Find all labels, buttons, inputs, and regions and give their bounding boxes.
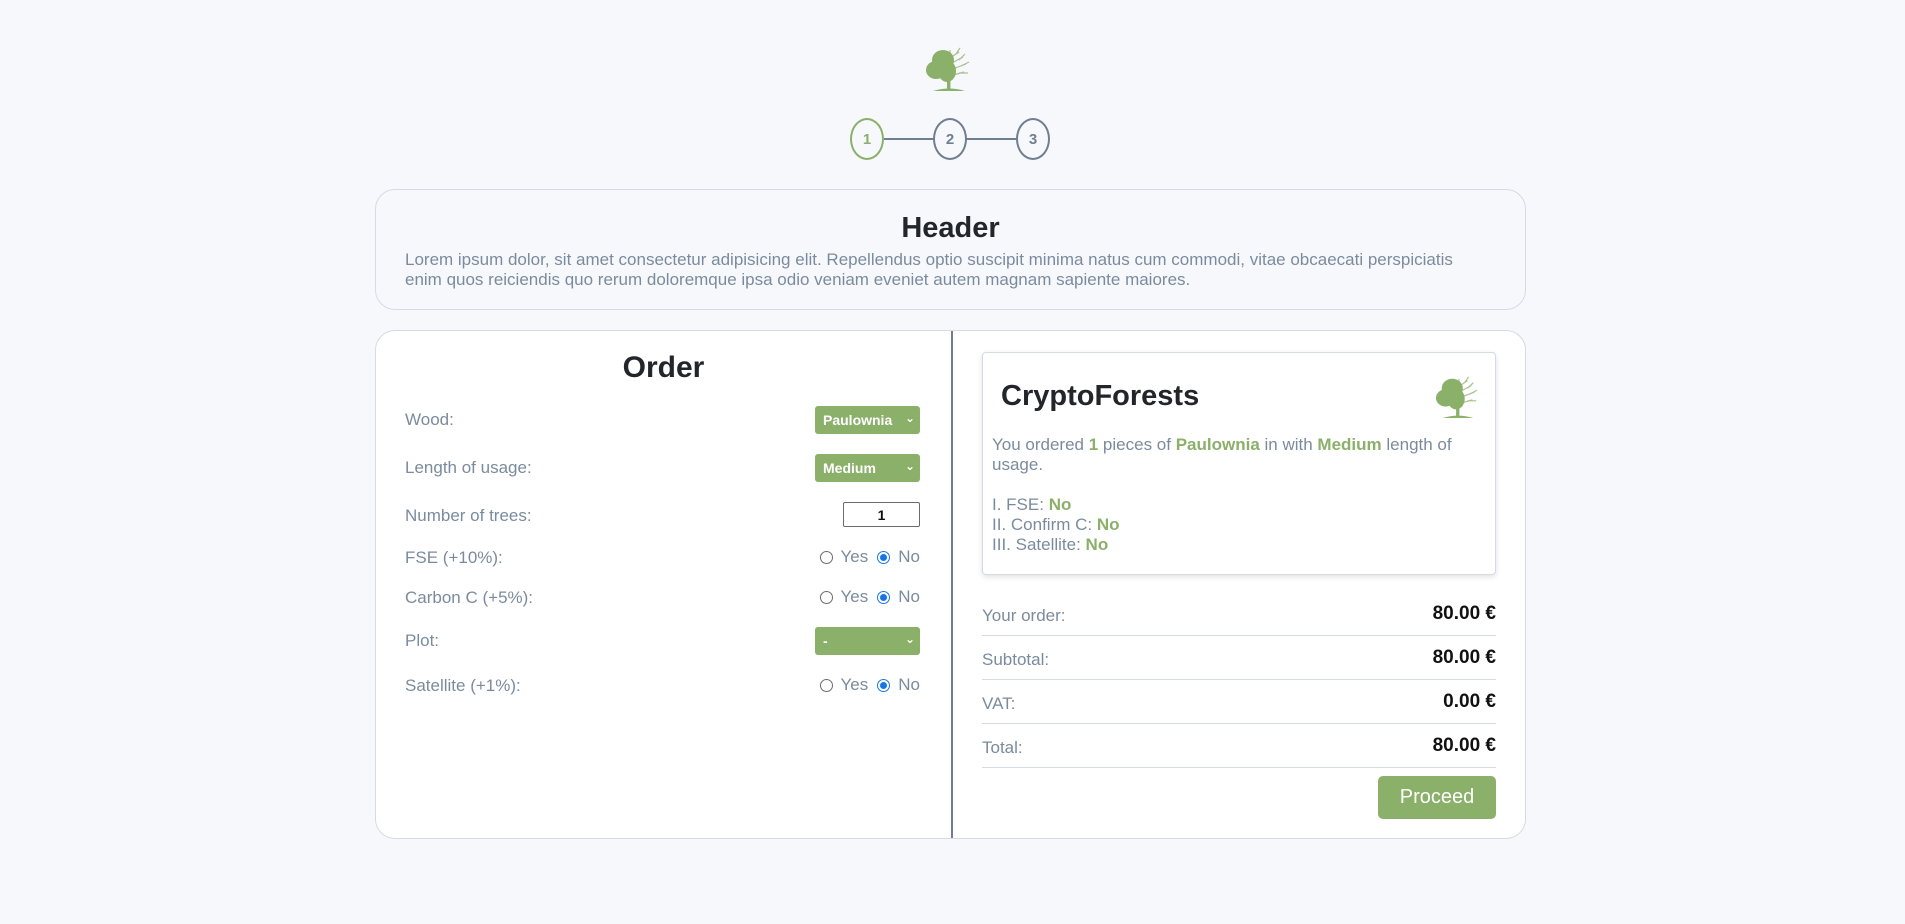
fse-yes-label[interactable]: Yes <box>841 547 869 567</box>
satellite-no-radio[interactable] <box>877 678 891 692</box>
plot-select-value: - <box>823 633 828 649</box>
fse-no-label[interactable]: No <box>898 547 920 567</box>
fse-yes-radio[interactable] <box>819 550 833 564</box>
satellite-no-label[interactable]: No <box>898 675 920 695</box>
summary-sentence: You ordered 1 pieces of Paulownia in wit… <box>992 435 1487 475</box>
total-row: Total: 80.00 € <box>982 724 1496 768</box>
length-label: Length of usage: <box>405 458 532 477</box>
carbon-yes-radio[interactable] <box>819 590 833 604</box>
summary-brand: CryptoForests <box>1001 380 1200 412</box>
summary-fse-label: I. FSE: <box>992 495 1049 514</box>
tree-logo-icon <box>926 47 970 91</box>
fse-radio-group: Yes No <box>819 547 920 567</box>
trees-input[interactable] <box>843 502 920 527</box>
tree-logo-icon <box>1435 376 1478 419</box>
step-connector <box>966 138 1016 140</box>
step-connector <box>884 138 934 140</box>
vat-value: 0.00 € <box>1443 691 1496 712</box>
carbon-radio-group: Yes No <box>819 587 920 607</box>
trees-label: Number of trees: <box>405 506 532 525</box>
carbon-yes-label[interactable]: Yes <box>841 587 869 607</box>
trees-row: Number of trees: <box>405 502 920 530</box>
subtotal-label: Subtotal: <box>982 650 1050 669</box>
total-label: Total: <box>982 738 1023 757</box>
summary-confirm-label: II. Confirm C: <box>992 515 1097 534</box>
carbon-no-radio[interactable] <box>877 590 891 604</box>
step-2[interactable]: 2 <box>933 118 967 160</box>
order-title: Order <box>622 351 705 384</box>
plot-row: Plot: - ⌄ <box>405 627 920 655</box>
your-order-value: 80.00 € <box>1432 603 1496 624</box>
progress-stepper: 1 2 3 <box>850 118 1050 160</box>
header-card: Header Lorem ipsum dolor, sit amet conse… <box>375 189 1526 310</box>
chevron-down-icon: ⌄ <box>904 459 915 473</box>
satellite-radio-group: Yes No <box>819 675 920 695</box>
carbon-row: Carbon C (+5%): Yes No <box>405 584 920 612</box>
summary-confirm-value: No <box>1096 515 1120 534</box>
subtotal-row: Subtotal: 80.00 € <box>982 636 1496 680</box>
summary-text-part: You ordered <box>992 435 1089 454</box>
summary-fse-value: No <box>1048 495 1072 514</box>
summary-text-part: pieces of <box>1098 435 1176 454</box>
summary-satellite-item: III. Satellite: No <box>992 535 1120 555</box>
summary-count: 1 <box>1088 435 1099 454</box>
summary-fse-item: I. FSE: No <box>992 495 1120 515</box>
vertical-divider <box>951 331 953 838</box>
step-3[interactable]: 3 <box>1016 118 1050 160</box>
plot-select[interactable]: - ⌄ <box>815 627 920 655</box>
wood-label: Wood: <box>405 410 454 429</box>
length-select-value: Medium <box>823 460 876 476</box>
satellite-yes-radio[interactable] <box>819 678 833 692</box>
wood-row: Wood: Paulownia ⌄ <box>405 406 920 434</box>
summary-satellite-value: No <box>1085 535 1109 554</box>
plot-label: Plot: <box>405 631 440 650</box>
order-summary-card: CryptoForests You ordered 1 pieces of Pa… <box>982 352 1496 575</box>
your-order-row: Your order: 80.00 € <box>982 592 1496 636</box>
length-select[interactable]: Medium ⌄ <box>815 454 920 482</box>
fse-row: FSE (+10%): Yes No <box>405 544 920 572</box>
carbon-label: Carbon C (+5%): <box>405 588 534 607</box>
proceed-button[interactable]: Proceed <box>1378 776 1496 819</box>
order-card: Order Wood: Paulownia ⌄ Length of usage:… <box>375 330 1526 839</box>
vat-label: VAT: <box>982 694 1016 713</box>
wood-select-value: Paulownia <box>823 412 893 428</box>
summary-options-list: I. FSE: No II. Confirm C: No III. Satell… <box>992 495 1120 555</box>
your-order-label: Your order: <box>982 606 1066 625</box>
vat-row: VAT: 0.00 € <box>982 680 1496 724</box>
satellite-yes-label[interactable]: Yes <box>841 675 869 695</box>
satellite-label: Satellite (+1%): <box>405 676 521 695</box>
chevron-down-icon: ⌄ <box>904 411 915 425</box>
length-row: Length of usage: Medium ⌄ <box>405 454 920 482</box>
wood-select[interactable]: Paulownia ⌄ <box>815 406 920 434</box>
summary-text-part: in with <box>1259 435 1318 454</box>
total-value: 80.00 € <box>1432 735 1496 756</box>
fse-label: FSE (+10%): <box>405 548 503 567</box>
step-1[interactable]: 1 <box>850 118 884 160</box>
carbon-no-label[interactable]: No <box>898 587 920 607</box>
chevron-down-icon: ⌄ <box>904 632 915 646</box>
header-description: Lorem ipsum dolor, sit amet consectetur … <box>405 250 1453 289</box>
summary-length: Medium <box>1317 435 1382 454</box>
fse-no-radio[interactable] <box>877 550 891 564</box>
subtotal-value: 80.00 € <box>1432 647 1496 668</box>
summary-confirm-item: II. Confirm C: No <box>992 515 1120 535</box>
satellite-row: Satellite (+1%): Yes No <box>405 672 920 700</box>
summary-wood: Paulownia <box>1175 435 1260 454</box>
summary-satellite-label: III. Satellite: <box>992 535 1086 554</box>
header-title: Header <box>901 212 1000 244</box>
